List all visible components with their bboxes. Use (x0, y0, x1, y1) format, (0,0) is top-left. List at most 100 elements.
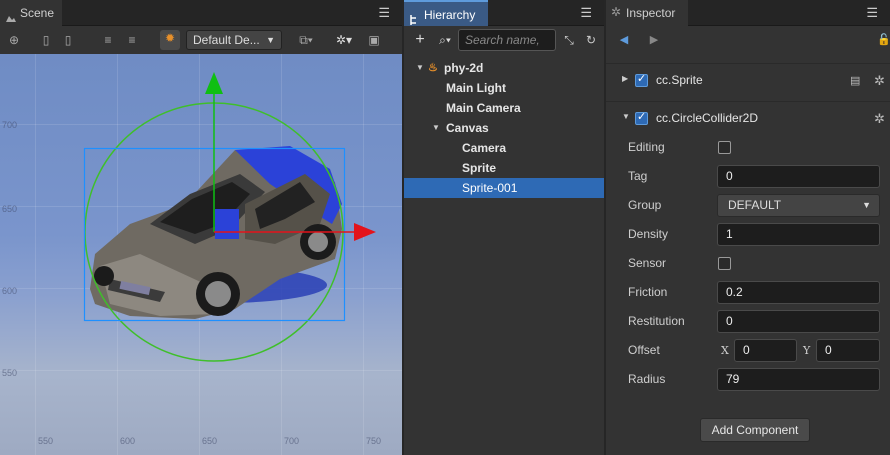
component-collider-enabled-checkbox[interactable] (635, 110, 648, 125)
tab-hierarchy[interactable]: Hierarchy (404, 0, 488, 26)
gear-icon[interactable]: ✲▾ (332, 32, 356, 48)
tab-hierarchy-label: Hierarchy (424, 8, 476, 22)
editing-checkbox[interactable] (718, 141, 731, 154)
refresh-icon[interactable]: ↻ (583, 32, 599, 48)
tab-inspector-label: Inspector (626, 6, 676, 20)
density-input[interactable]: 1 (717, 223, 880, 246)
tab-scene[interactable]: Scene (0, 0, 62, 26)
tree-node-sprite[interactable]: Sprite (404, 158, 604, 178)
chevron-down-icon: ▼ (266, 35, 275, 45)
hierarchy-menu-icon[interactable]: ☰ (580, 6, 592, 20)
radius-input[interactable]: 79 (717, 368, 880, 391)
expand-arrow-icon[interactable]: ▼ (416, 58, 424, 78)
gear-icon: ✲ (611, 5, 622, 19)
tree-node-camera[interactable]: Camera (404, 138, 604, 158)
group-select-value: DEFAULT (728, 198, 782, 212)
back-arrow-icon[interactable]: ◀ (616, 32, 632, 48)
sensor-checkbox[interactable] (718, 257, 731, 270)
tree-node-label: Main Camera (446, 101, 521, 115)
offset-y-input[interactable]: 0 (816, 339, 880, 362)
scene-tabbar: Scene ☰ (0, 0, 402, 26)
inspector-nav: ◀ ▶ 🔓 (606, 26, 890, 54)
hierarchy-icon (409, 9, 421, 25)
search-input[interactable]: Search name, (458, 29, 556, 51)
hierarchy-panel: Hierarchy ☰ + ⌕▾ Search name, ⤡ ↻ ▼ ♨ ph… (404, 0, 604, 455)
prop-label: Sensor (628, 256, 667, 270)
tab-scene-label: Scene (20, 6, 55, 20)
tree-node-canvas[interactable]: ▼ Canvas (404, 118, 604, 138)
layout-icon[interactable]: ▣ (366, 32, 382, 48)
hierarchy-tree: ▼ ♨ phy-2d Main Light Main Camera ▼ Canv… (404, 58, 604, 198)
tree-node-main-camera[interactable]: Main Camera (404, 98, 604, 118)
prop-label: Editing (628, 140, 665, 154)
search-placeholder: Search name, (465, 33, 540, 47)
camera-view-icon[interactable]: ⧉▾ (294, 32, 318, 48)
distribute-icon[interactable]: ≡ (100, 32, 116, 48)
tree-node-sprite-001[interactable]: Sprite-001 (404, 178, 604, 198)
offset-x-input[interactable]: 0 (734, 339, 797, 362)
prop-offset: Offset X 0 Y 0 (606, 336, 890, 365)
tree-node-label: Camera (462, 141, 507, 155)
prop-label: Restitution (628, 314, 685, 328)
align-left-icon[interactable]: ▯ (38, 32, 54, 48)
tree-node-label: Sprite (462, 161, 497, 175)
prop-restitution: Restitution 0 (606, 307, 890, 336)
gizmo-x-arrow-icon (354, 223, 376, 241)
hierarchy-toolbar: + ⌕▾ Search name, ⤡ ↻ (404, 26, 604, 54)
prop-editing: Editing (606, 133, 890, 162)
component-sprite[interactable]: ▶ cc.Sprite ▤ ✲ (606, 63, 890, 97)
zoom-fit-icon[interactable]: ⊕ (6, 32, 22, 48)
prop-label: Tag (628, 169, 648, 183)
component-gear-icon[interactable]: ✲ (874, 112, 885, 125)
scene-root-icon: ♨ (428, 62, 438, 74)
chevron-down-icon: ▼ (862, 200, 871, 210)
prop-label: Radius (628, 372, 666, 386)
scene-toolbar: ⊕ ▯ ▯ ≡ ≡ ✹ Default De... ▼ ⧉▾ ✲▾ ▣ (0, 26, 402, 54)
tree-node-main-light[interactable]: Main Light (404, 78, 604, 98)
prop-label: Friction (628, 285, 668, 299)
scene-menu-icon[interactable]: ☰ (378, 6, 390, 20)
camera-dropdown[interactable]: Default De... ▼ (186, 30, 282, 50)
tree-node-label: phy-2d (444, 61, 484, 75)
tree-node-label: Main Light (446, 81, 506, 95)
distribute-v-icon[interactable]: ≡ (124, 32, 140, 48)
prop-radius: Radius 79 (606, 365, 890, 394)
lighting-toggle-icon[interactable]: ✹ (160, 30, 180, 50)
scene-viewport[interactable]: 700 650 600 550 550 600 650 700 750 (0, 54, 402, 455)
prop-label: Group (628, 198, 662, 212)
forward-arrow-icon[interactable]: ▶ (646, 32, 662, 48)
component-collider-name: cc.CircleCollider2D (656, 111, 759, 125)
add-node-icon[interactable]: + (412, 32, 428, 48)
prop-tag: Tag 0 (606, 162, 890, 191)
restitution-input[interactable]: 0 (717, 310, 880, 333)
prop-group: Group DEFAULT ▼ (606, 191, 890, 220)
lock-icon[interactable]: 🔓 (876, 32, 890, 48)
inspector-panel: ✲ Inspector ☰ ◀ ▶ 🔓 ▶ cc.Sprite ▤ ✲ ▼ cc… (606, 0, 890, 455)
align-center-icon[interactable]: ▯ (60, 32, 76, 48)
add-component-button[interactable]: Add Component (700, 418, 810, 442)
inspector-tabbar: ✲ Inspector ☰ (606, 0, 890, 26)
search-filter-icon[interactable]: ⌕▾ (434, 32, 456, 48)
tab-inspector[interactable]: ✲ Inspector (606, 0, 688, 26)
collapse-all-icon[interactable]: ⤡ (561, 32, 577, 48)
collapse-arrow-icon[interactable]: ▼ (622, 112, 630, 121)
component-sprite-name: cc.Sprite (656, 73, 703, 87)
tree-node-phy-2d[interactable]: ▼ ♨ phy-2d (404, 58, 604, 78)
group-select[interactable]: DEFAULT ▼ (717, 194, 880, 217)
gizmo-y-arrow-icon (205, 72, 223, 94)
help-book-icon[interactable]: ▤ (850, 74, 860, 87)
component-gear-icon[interactable]: ✲ (874, 74, 885, 87)
inspector-menu-icon[interactable]: ☰ (866, 6, 878, 20)
prop-sensor: Sensor (606, 249, 890, 278)
tree-node-label: Canvas (446, 121, 489, 135)
component-sprite-enabled-checkbox[interactable] (635, 72, 648, 87)
prop-density: Density 1 (606, 220, 890, 249)
component-circle-collider[interactable]: ▼ cc.CircleCollider2D ✲ (606, 101, 890, 135)
tag-input[interactable]: 0 (717, 165, 880, 188)
tree-node-label: Sprite-001 (462, 181, 518, 195)
expand-arrow-icon[interactable]: ▶ (622, 74, 628, 83)
prop-label: Offset (628, 343, 660, 357)
friction-input[interactable]: 0.2 (717, 281, 880, 304)
expand-arrow-icon[interactable]: ▼ (432, 118, 440, 138)
scene-panel: Scene ☰ ⊕ ▯ ▯ ≡ ≡ ✹ Default De... ▼ ⧉▾ ✲… (0, 0, 402, 455)
